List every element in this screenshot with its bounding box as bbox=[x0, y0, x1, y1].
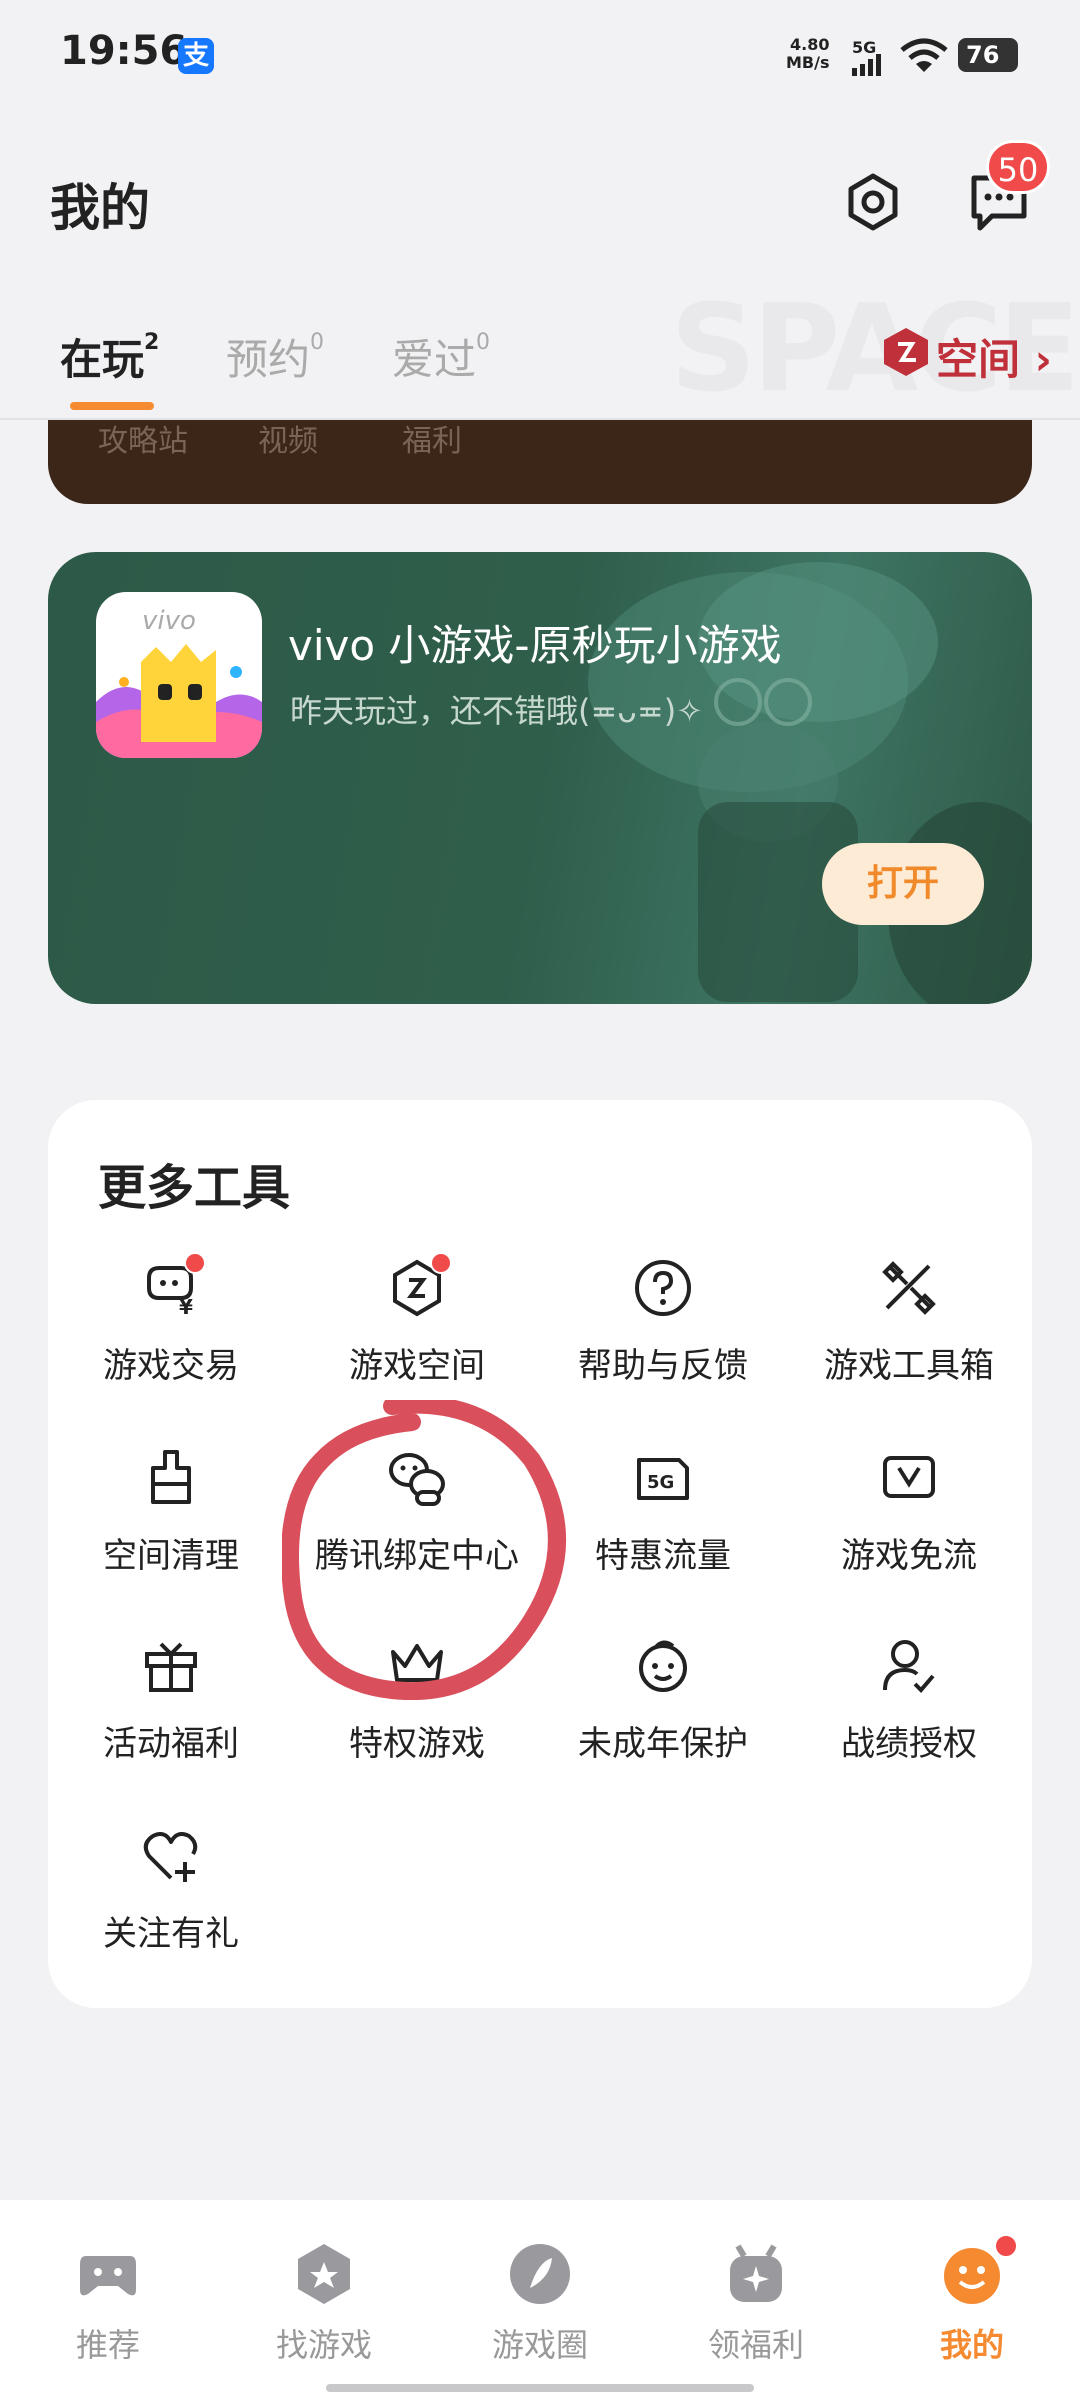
settings-button[interactable] bbox=[843, 172, 903, 232]
tool-follow-gift[interactable]: 关注有礼 bbox=[48, 1826, 294, 1986]
alipay-icon: 支 bbox=[178, 38, 214, 74]
card-link[interactable]: 视频 bbox=[258, 420, 318, 460]
signal-icon bbox=[852, 54, 881, 76]
tab-label: 爱过 bbox=[392, 335, 477, 384]
tool-minor-protection[interactable]: 未成年保护 bbox=[540, 1636, 786, 1796]
child-protect-icon bbox=[639, 1640, 687, 1692]
crown-icon bbox=[391, 1644, 443, 1690]
gift-bag-icon bbox=[730, 2244, 782, 2302]
mascot-icon bbox=[96, 644, 262, 758]
tool-help-feedback[interactable]: 帮助与反馈 bbox=[540, 1258, 786, 1418]
5g-sim-icon: 5G bbox=[637, 1458, 689, 1500]
message-count-badge: 50 bbox=[986, 140, 1050, 194]
tool-label: 特惠流量 bbox=[595, 1536, 731, 1576]
nav-badge bbox=[994, 2234, 1018, 2258]
tool-label: 空间清理 bbox=[103, 1536, 239, 1576]
heart-plus-icon bbox=[143, 1832, 198, 1882]
active-tab-indicator bbox=[70, 402, 154, 410]
5g-icon-text: 5G bbox=[647, 1472, 674, 1493]
tab-label: 预约 bbox=[226, 335, 311, 384]
tab-reserved[interactable]: 预约0 bbox=[226, 326, 324, 387]
tab-label: 在玩 bbox=[60, 335, 145, 384]
tool-label: 游戏免流 bbox=[841, 1536, 977, 1576]
nav-game-circle[interactable]: 游戏圈 bbox=[440, 2242, 640, 2372]
tab-count: 0 bbox=[310, 330, 325, 355]
user-check-icon bbox=[883, 1640, 935, 1693]
game-space-logo-icon[interactable] bbox=[880, 326, 932, 378]
tool-privilege-games[interactable]: 特权游戏 bbox=[294, 1636, 540, 1796]
tool-game-space[interactable]: 游戏空间 bbox=[294, 1252, 540, 1418]
game-space-link[interactable]: 空间 › bbox=[936, 326, 1052, 387]
game-last-played: 昨天玩过，还不错哦(≖ᴗ≖)✧ bbox=[290, 692, 703, 730]
tool-label: 腾讯绑定中心 bbox=[315, 1536, 519, 1576]
tab-loved[interactable]: 爱过0 bbox=[392, 326, 490, 387]
nav-find-games[interactable]: 找游戏 bbox=[224, 2242, 424, 2372]
tool-discount-data[interactable]: 5G 特惠流量 bbox=[540, 1448, 786, 1608]
tool-label: 帮助与反馈 bbox=[578, 1346, 748, 1386]
gamepad-icon bbox=[80, 2256, 136, 2296]
network-speed: 4.80 MB/s bbox=[786, 36, 829, 72]
nav-label: 游戏圈 bbox=[491, 2326, 588, 2364]
battery-indicator: 76 bbox=[958, 38, 1018, 72]
tool-label: 活动福利 bbox=[103, 1724, 239, 1764]
nav-label: 找游戏 bbox=[275, 2326, 372, 2364]
tab-count: 0 bbox=[476, 330, 491, 355]
nav-label: 推荐 bbox=[75, 2326, 140, 2364]
gift-icon bbox=[145, 1642, 197, 1692]
tool-label: 特权游戏 bbox=[349, 1724, 485, 1764]
nav-recommend[interactable]: 推荐 bbox=[8, 2242, 208, 2372]
new-badge bbox=[184, 1252, 206, 1274]
tab-count: 2 bbox=[144, 330, 160, 355]
tool-space-clean[interactable]: 空间清理 bbox=[48, 1448, 294, 1608]
settings-icon bbox=[848, 173, 898, 231]
tool-record-auth[interactable]: 战绩授权 bbox=[786, 1636, 1032, 1796]
wechat-link-icon bbox=[389, 1453, 445, 1506]
card-link[interactable]: 福利 bbox=[402, 420, 462, 460]
nav-label: 我的 bbox=[939, 2326, 1004, 2364]
tool-label: 关注有礼 bbox=[103, 1914, 239, 1954]
tool-label: 游戏空间 bbox=[349, 1346, 485, 1386]
card-link[interactable]: 攻略站 bbox=[98, 420, 188, 460]
tool-free-data[interactable]: 游戏免流 bbox=[786, 1448, 1032, 1608]
new-badge bbox=[430, 1252, 452, 1274]
wifi-icon bbox=[900, 38, 948, 72]
help-icon bbox=[635, 1260, 691, 1316]
tool-label: 战绩授权 bbox=[841, 1724, 977, 1764]
tool-label: 游戏交易 bbox=[103, 1346, 239, 1386]
nav-mine[interactable]: 我的 bbox=[872, 2234, 1072, 2372]
nav-benefits[interactable]: 领福利 bbox=[656, 2242, 856, 2372]
tool-label: 游戏工具箱 bbox=[824, 1346, 994, 1386]
tool-toolbox[interactable]: 游戏工具箱 bbox=[786, 1258, 1032, 1418]
speed-value: 4.80 bbox=[790, 35, 830, 54]
more-tools-title: 更多工具 bbox=[98, 1160, 291, 1216]
open-game-button[interactable]: 打开 bbox=[822, 843, 984, 925]
status-time: 19:56 bbox=[60, 28, 188, 74]
game-name: vivo 小游戏-原秒玩小游戏 bbox=[288, 621, 782, 670]
page-title: 我的 bbox=[50, 179, 150, 237]
discover-icon bbox=[298, 2244, 350, 2304]
speed-unit: MB/s bbox=[786, 53, 830, 72]
feather-icon bbox=[510, 2244, 570, 2304]
tool-label: 未成年保护 bbox=[578, 1724, 748, 1764]
tool-tencent-binding[interactable]: 腾讯绑定中心 bbox=[294, 1448, 540, 1608]
tab-playing[interactable]: 在玩2 bbox=[60, 326, 159, 387]
clean-icon bbox=[151, 1450, 191, 1504]
nav-label: 领福利 bbox=[707, 2326, 804, 2364]
game-card-partial[interactable]: 攻略站 视频 福利 bbox=[48, 420, 1032, 504]
svg-text:¥: ¥ bbox=[179, 1295, 193, 1318]
toolbox-icon bbox=[882, 1261, 936, 1315]
tool-events[interactable]: 活动福利 bbox=[48, 1636, 294, 1796]
game-app-icon[interactable]: vivo bbox=[96, 592, 262, 758]
tool-game-trade[interactable]: ¥ 游戏交易 bbox=[48, 1252, 294, 1418]
free-data-icon bbox=[883, 1456, 935, 1498]
home-indicator[interactable] bbox=[326, 2384, 754, 2392]
